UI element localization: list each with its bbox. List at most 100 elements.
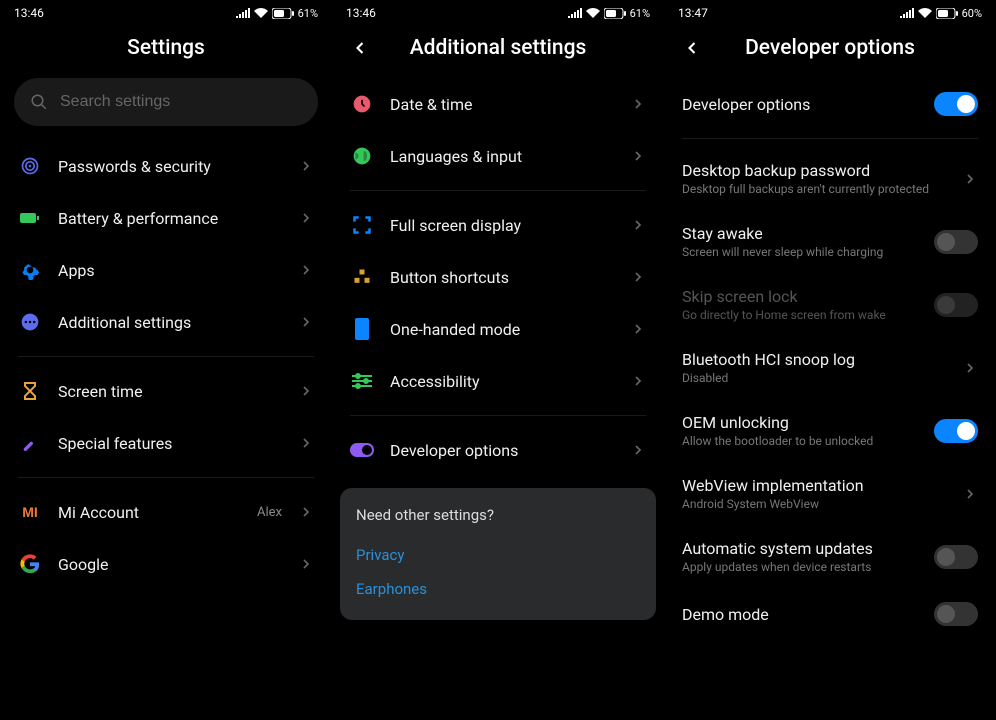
item-label: Google [58,555,282,574]
status-time: 13:46 [14,6,44,20]
item-title: Stay awake [682,224,918,243]
dev-item-desktop-backup-password[interactable]: Desktop backup passwordDesktop full back… [664,147,996,210]
back-button[interactable] [680,36,704,60]
toggle-switch [934,293,978,317]
item-title: Demo mode [682,605,918,624]
dev-item-webview-implementation[interactable]: WebView implementationAndroid System Web… [664,462,996,525]
item-label: Passwords & security [58,157,282,176]
settings-item-developer-options[interactable]: Developer options [332,424,664,476]
status-bar: 13:46 61% [332,0,664,24]
chevron-right-icon [630,373,646,389]
settings-item-full-screen-display[interactable]: Full screen display [332,199,664,251]
header: Additional settings [332,24,664,78]
chevron-right-icon [298,158,314,174]
wand-icon [18,431,42,455]
back-button[interactable] [348,36,372,60]
dev-item-stay-awake[interactable]: Stay awake Screen will never sleep while … [664,210,996,273]
item-subtitle: Screen will never sleep while charging [682,245,918,259]
other-settings-card: Need other settings? Privacy Earphones [340,488,656,620]
battery-text: 60% [962,7,982,20]
settings-item-button-shortcuts[interactable]: Button shortcuts [332,251,664,303]
item-title: WebView implementation [682,476,946,495]
item-subtitle: Go directly to Home screen from wake [682,308,918,322]
dev-item-demo-mode[interactable]: Demo mode [664,588,996,640]
settings-item-date-time[interactable]: Date & time [332,78,664,130]
item-title: Desktop backup password [682,161,946,180]
settings-item-passwords-security[interactable]: Passwords & security [0,140,332,192]
item-label: Apps [58,261,282,280]
dev-item-bluetooth-hci-snoop-log[interactable]: Bluetooth HCI snoop logDisabled [664,336,996,399]
battery-text: 61% [298,7,318,20]
battery-icon [272,8,294,19]
divider [18,356,314,357]
clock-icon [350,92,374,116]
pane-settings: 13:46 61% Settings Passwords & security B… [0,0,332,720]
settings-item-google[interactable]: Google [0,538,332,590]
settings-item-mi-account[interactable]: MIMi AccountAlex [0,486,332,538]
signal-icon [568,8,582,18]
settings-item-apps[interactable]: Apps [0,244,332,296]
item-subtitle: Apply updates when device restarts [682,560,918,574]
header: Developer options [664,24,996,78]
page-title: Settings [18,36,314,60]
pane-additional-settings: 13:46 61% Additional settings Date & tim… [332,0,664,720]
card-link-privacy[interactable]: Privacy [356,538,640,572]
item-label: One-handed mode [390,320,614,339]
item-label: Screen time [58,382,282,401]
toggle-switch[interactable] [934,92,978,116]
settings-item-additional-settings[interactable]: Additional settings [0,296,332,348]
chevron-right-icon [298,556,314,572]
wifi-icon [586,8,600,18]
status-bar: 13:46 61% [0,0,332,24]
pane-developer-options: 13:47 60% Developer options Developer op… [664,0,996,720]
chevron-right-icon [298,262,314,278]
item-value: Alex [257,505,282,520]
chevron-left-icon [350,38,370,58]
settings-item-battery-performance[interactable]: Battery & performance [0,192,332,244]
settings-item-screen-time[interactable]: Screen time [0,365,332,417]
chevron-right-icon [298,314,314,330]
sliders-icon [350,369,374,393]
page-title: Developer options [682,36,978,60]
gear-icon [18,258,42,282]
header: Settings [0,24,332,78]
blocks-icon [350,265,374,289]
chevron-right-icon [962,360,978,376]
item-label: Date & time [390,95,614,114]
dev-item-automatic-system-updates[interactable]: Automatic system updatesApply updates wh… [664,525,996,588]
chevron-right-icon [630,217,646,233]
search-input[interactable] [60,93,302,111]
toggle-switch[interactable] [934,545,978,569]
battery-rect-icon [18,206,42,230]
chevron-right-icon [962,486,978,502]
item-subtitle: Allow the bootloader to be unlocked [682,434,918,448]
status-time: 13:46 [346,6,376,20]
chevron-right-icon [630,321,646,337]
divider [350,415,646,416]
settings-item-accessibility[interactable]: Accessibility [332,355,664,407]
settings-item-languages-input[interactable]: Languages & input [332,130,664,182]
toggle-switch[interactable] [934,419,978,443]
settings-item-one-handed-mode[interactable]: One-handed mode [332,303,664,355]
dev-item-oem-unlocking[interactable]: OEM unlockingAllow the bootloader to be … [664,399,996,462]
phone-icon [350,317,374,341]
toggle-switch[interactable] [934,602,978,626]
status-right: 61% [568,7,650,20]
search-box[interactable] [14,78,318,126]
wifi-icon [254,8,268,18]
chevron-right-icon [298,383,314,399]
toggle-switch[interactable] [934,230,978,254]
settings-item-special-features[interactable]: Special features [0,417,332,469]
toggle-icon [350,438,374,462]
card-title: Need other settings? [356,506,640,524]
card-link-earphones[interactable]: Earphones [356,572,640,606]
wifi-icon [918,8,932,18]
globe-icon [350,144,374,168]
battery-text: 61% [630,7,650,20]
dev-item-developer-options[interactable]: Developer options [664,78,996,130]
status-bar: 13:47 60% [664,0,996,24]
dev-item-skip-screen-lock[interactable]: Skip screen lockGo directly to Home scre… [664,273,996,336]
hourglass-icon [18,379,42,403]
status-right: 61% [236,7,318,20]
divider [18,477,314,478]
